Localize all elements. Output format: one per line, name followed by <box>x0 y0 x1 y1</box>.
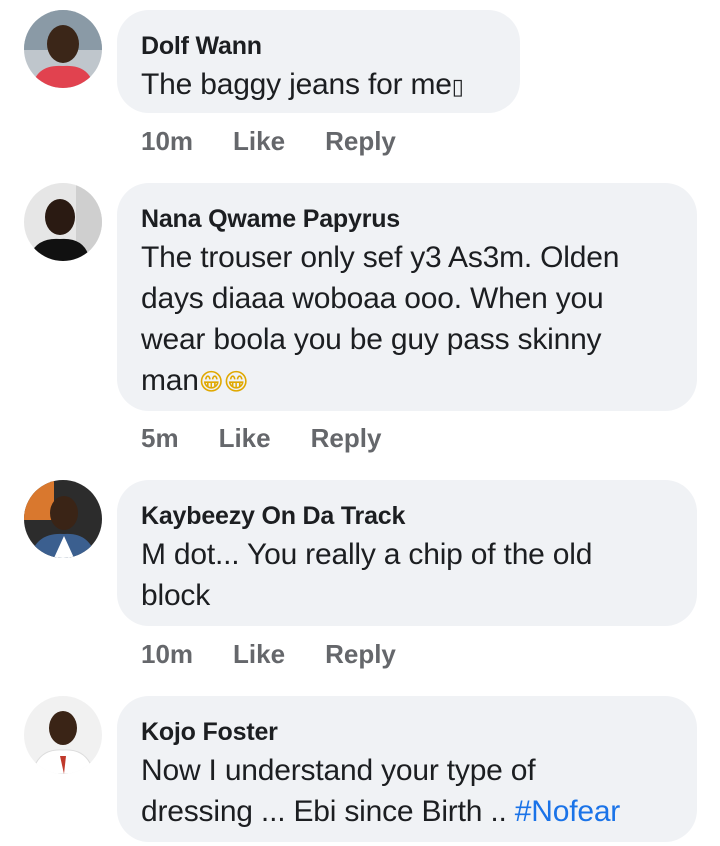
comment-timestamp[interactable]: 10m <box>141 126 193 157</box>
avatar[interactable] <box>24 10 102 88</box>
reply-button[interactable]: Reply <box>311 423 382 454</box>
comment-author[interactable]: Nana Qwame Papyrus <box>141 203 673 235</box>
comment-text-line: man <box>141 364 199 397</box>
missing-glyph: ▯ <box>451 74 464 99</box>
reply-button[interactable]: Reply <box>325 639 396 670</box>
avatar[interactable] <box>24 183 102 261</box>
comment-text-line: wear boola you be guy pass skinny <box>141 323 602 356</box>
comment-text-line: dressing ... Ebi since Birth .. <box>141 795 515 828</box>
comment-text-line: The trouser only sef y3 As3m. Olden <box>141 241 620 274</box>
avatar-image <box>24 696 102 774</box>
like-button[interactable]: Like <box>219 423 271 454</box>
avatar[interactable] <box>24 696 102 774</box>
hashtag-link[interactable]: #Nofear <box>515 795 621 828</box>
avatar-image <box>24 480 102 558</box>
comment-timestamp[interactable]: 10m <box>141 639 193 670</box>
comment-text: The trouser only sef y3 As3m. Olden days… <box>141 237 673 403</box>
avatar[interactable] <box>24 480 102 558</box>
avatar-image <box>24 10 102 88</box>
comment-text-body: The baggy jeans for me <box>141 68 452 101</box>
comment-author[interactable]: Dolf Wann <box>141 30 496 62</box>
comment-author[interactable]: Kojo Foster <box>141 716 673 748</box>
comment-text: M dot... You really a chip of the old bl… <box>141 534 673 616</box>
comment-author[interactable]: Kaybeezy On Da Track <box>141 500 673 532</box>
comment-text-line: days diaaa woboaa ooo. When you <box>141 282 604 315</box>
comment-text-line: M dot... You really a chip of the old <box>141 538 593 571</box>
comment-text-line: block <box>141 579 211 612</box>
comment-actions: 5m Like Reply <box>141 421 381 455</box>
comment-actions: 10m Like Reply <box>141 124 396 158</box>
comment-actions: 10m Like Reply <box>141 637 396 671</box>
comment-text: Now I understand your type of dressing .… <box>141 750 673 832</box>
comment-text-line: Now I understand your type of <box>141 754 536 787</box>
comment-bubble: Kaybeezy On Da Track M dot... You really… <box>117 480 697 626</box>
like-button[interactable]: Like <box>233 126 285 157</box>
reply-button[interactable]: Reply <box>325 126 396 157</box>
comment-text: The baggy jeans for me▯ <box>141 64 496 107</box>
comment-bubble: Kojo Foster Now I understand your type o… <box>117 696 697 842</box>
like-button[interactable]: Like <box>233 639 285 670</box>
comment-bubble: Nana Qwame Papyrus The trouser only sef … <box>117 183 697 411</box>
comment-timestamp[interactable]: 5m <box>141 423 179 454</box>
grin-emoji: 😁😁 <box>198 368 249 396</box>
avatar-image <box>24 183 102 261</box>
comment-bubble: Dolf Wann The baggy jeans for me▯ <box>117 10 520 113</box>
